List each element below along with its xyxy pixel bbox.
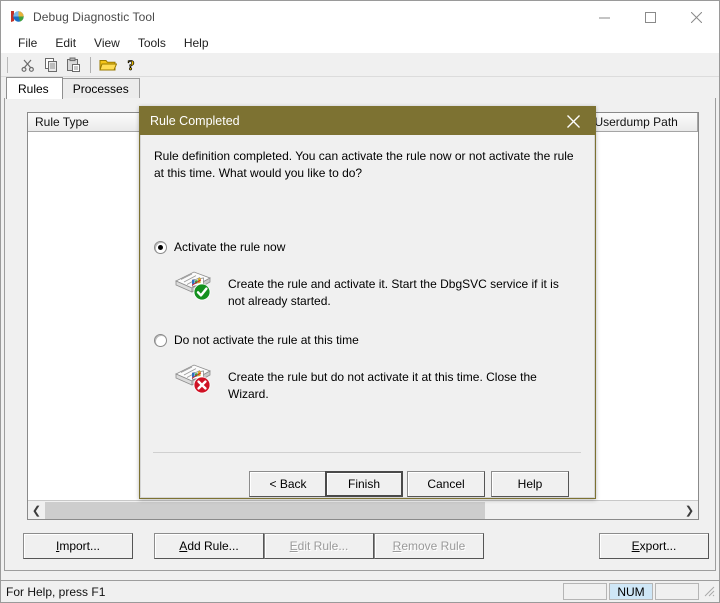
rule-completed-dialog: Rule Completed Rule definition completed… <box>139 106 596 499</box>
menu-item-file[interactable]: File <box>9 34 46 53</box>
close-icon[interactable] <box>673 1 719 33</box>
tab-rules[interactable]: Rules <box>6 77 63 99</box>
tab-rules-label: Rules <box>18 81 49 96</box>
globe-pie-icon <box>9 9 25 25</box>
back-button[interactable]: < Back <box>249 471 327 497</box>
menu-item-tools[interactable]: Tools <box>129 34 175 53</box>
chevron-left-icon[interactable]: ❮ <box>28 501 45 519</box>
option-do-not-activate-label: Do not activate the rule at this time <box>174 333 359 347</box>
dialog-separator <box>153 452 581 453</box>
dialog-title-bar: Rule Completed <box>140 107 595 135</box>
option-do-not-activate[interactable]: Do not activate the rule at this time Cr… <box>154 333 579 403</box>
resize-grip[interactable] <box>701 583 717 600</box>
menu-item-edit[interactable]: Edit <box>46 34 85 53</box>
finish-button[interactable]: Finish <box>325 471 403 497</box>
application-window: Debug Diagnostic Tool File Edit View Too… <box>0 0 720 603</box>
status-message: For Help, press F1 <box>6 584 106 599</box>
column-header-userdump-path[interactable]: Userdump Path <box>587 113 698 132</box>
close-icon[interactable] <box>551 107 595 135</box>
radio-do-not-activate[interactable] <box>154 334 167 347</box>
tab-strip: Rules Processes <box>1 77 719 99</box>
radio-activate-now[interactable] <box>154 241 167 254</box>
title-bar: Debug Diagnostic Tool <box>1 1 719 33</box>
dialog-button-bar: < Back Finish Cancel Help <box>141 468 596 498</box>
menu-item-view[interactable]: View <box>85 34 129 53</box>
menu-bar: File Edit View Tools Help <box>1 33 719 53</box>
copy-icon[interactable] <box>39 54 62 76</box>
action-button-bar: Import... Add Rule... Edit Rule... Remov… <box>13 530 709 564</box>
window-controls <box>581 1 719 33</box>
scrollbar-thumb[interactable] <box>45 501 485 519</box>
scissors-icon[interactable] <box>16 54 39 76</box>
remove-rule-button: Remove Rule <box>374 533 484 559</box>
toolbar-grip[interactable] <box>7 56 10 73</box>
option-do-not-activate-description: Create the rule but do not activate it a… <box>228 370 537 401</box>
toolbar-separator <box>90 56 91 73</box>
status-bar: For Help, press F1 NUM <box>1 580 719 602</box>
status-pane-1 <box>563 583 607 600</box>
dialog-title: Rule Completed <box>150 114 240 128</box>
rule-document-check-icon <box>172 267 214 303</box>
option-activate-now-label: Activate the rule now <box>174 240 286 254</box>
dialog-body: Rule definition completed. You can activ… <box>140 135 595 498</box>
horizontal-scrollbar[interactable]: ❮ ❯ <box>28 500 698 519</box>
minimize-icon[interactable] <box>581 1 627 33</box>
svg-text:?: ? <box>127 58 135 73</box>
add-rule-button[interactable]: Add Rule... <box>154 533 264 559</box>
import-button[interactable]: Import... <box>23 533 133 559</box>
edit-rule-button: Edit Rule... <box>264 533 374 559</box>
maximize-icon[interactable] <box>627 1 673 33</box>
dialog-intro-text: Rule definition completed. You can activ… <box>154 149 574 180</box>
tab-processes[interactable]: Processes <box>61 78 140 99</box>
status-pane-3 <box>655 583 699 600</box>
status-pane-num: NUM <box>609 583 653 600</box>
chevron-right-icon[interactable]: ❯ <box>681 501 698 519</box>
question-mark-icon[interactable]: ? <box>119 54 142 76</box>
tab-processes-label: Processes <box>72 82 129 96</box>
rule-document-error-icon <box>172 360 214 396</box>
option-activate-now[interactable]: Activate the rule now Create the rule an… <box>154 240 579 310</box>
scrollbar-track[interactable] <box>485 501 681 519</box>
option-activate-now-description: Create the rule and activate it. Start t… <box>228 277 559 308</box>
folder-open-icon[interactable] <box>96 54 119 76</box>
help-button[interactable]: Help <box>491 471 569 497</box>
menu-item-help[interactable]: Help <box>175 34 218 53</box>
paste-icon[interactable] <box>62 54 85 76</box>
cancel-button[interactable]: Cancel <box>407 471 485 497</box>
window-title: Debug Diagnostic Tool <box>33 10 155 24</box>
export-button[interactable]: Export... <box>599 533 709 559</box>
toolbar: ? <box>1 53 719 77</box>
